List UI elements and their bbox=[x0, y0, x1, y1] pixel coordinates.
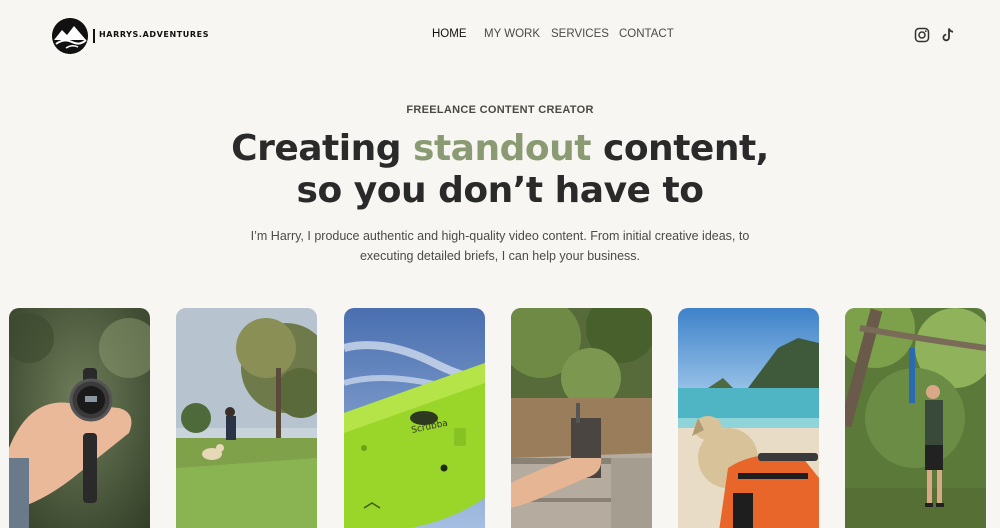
hero-headline: Creating standout content, so you don’t … bbox=[0, 128, 1000, 212]
photo-gallery: Scrubba bbox=[9, 308, 991, 528]
gallery-card-scrubba[interactable]: Scrubba bbox=[344, 308, 485, 528]
nav-services[interactable]: SERVICES bbox=[551, 28, 609, 40]
site-header: HARRYS.ADVENTURES HOME MY WORK SERVICES … bbox=[0, 0, 1000, 72]
social-links bbox=[914, 27, 956, 43]
headline-pre: Creating bbox=[231, 128, 414, 169]
headline-accent: standout bbox=[413, 128, 591, 169]
headline-line2: so you don’t have to bbox=[296, 170, 704, 211]
nav-home[interactable]: HOME bbox=[432, 28, 467, 40]
logo-icon[interactable] bbox=[52, 18, 88, 54]
gallery-card-watch[interactable] bbox=[9, 308, 150, 528]
brand-name[interactable]: HARRYS.ADVENTURES bbox=[99, 30, 209, 39]
tiktok-icon[interactable] bbox=[940, 27, 956, 43]
logo-divider bbox=[93, 29, 95, 43]
headline-post: content, bbox=[590, 128, 769, 169]
nav-contact[interactable]: CONTACT bbox=[619, 28, 674, 40]
hero-subtext: I’m Harry, I produce authentic and high-… bbox=[0, 226, 1000, 266]
gallery-card-field[interactable] bbox=[176, 308, 317, 528]
nav-my-work[interactable]: MY WORK bbox=[484, 28, 540, 40]
subtext-line1: I’m Harry, I produce authentic and high-… bbox=[250, 229, 750, 243]
subtext-line2: executing detailed briefs, I can help yo… bbox=[359, 249, 641, 263]
instagram-icon[interactable] bbox=[914, 27, 930, 43]
gallery-card-table[interactable] bbox=[511, 308, 652, 528]
gallery-card-beach[interactable] bbox=[678, 308, 819, 528]
gallery-card-forest[interactable] bbox=[845, 308, 986, 528]
hero-eyebrow: FREELANCE CONTENT CREATOR bbox=[406, 104, 594, 116]
